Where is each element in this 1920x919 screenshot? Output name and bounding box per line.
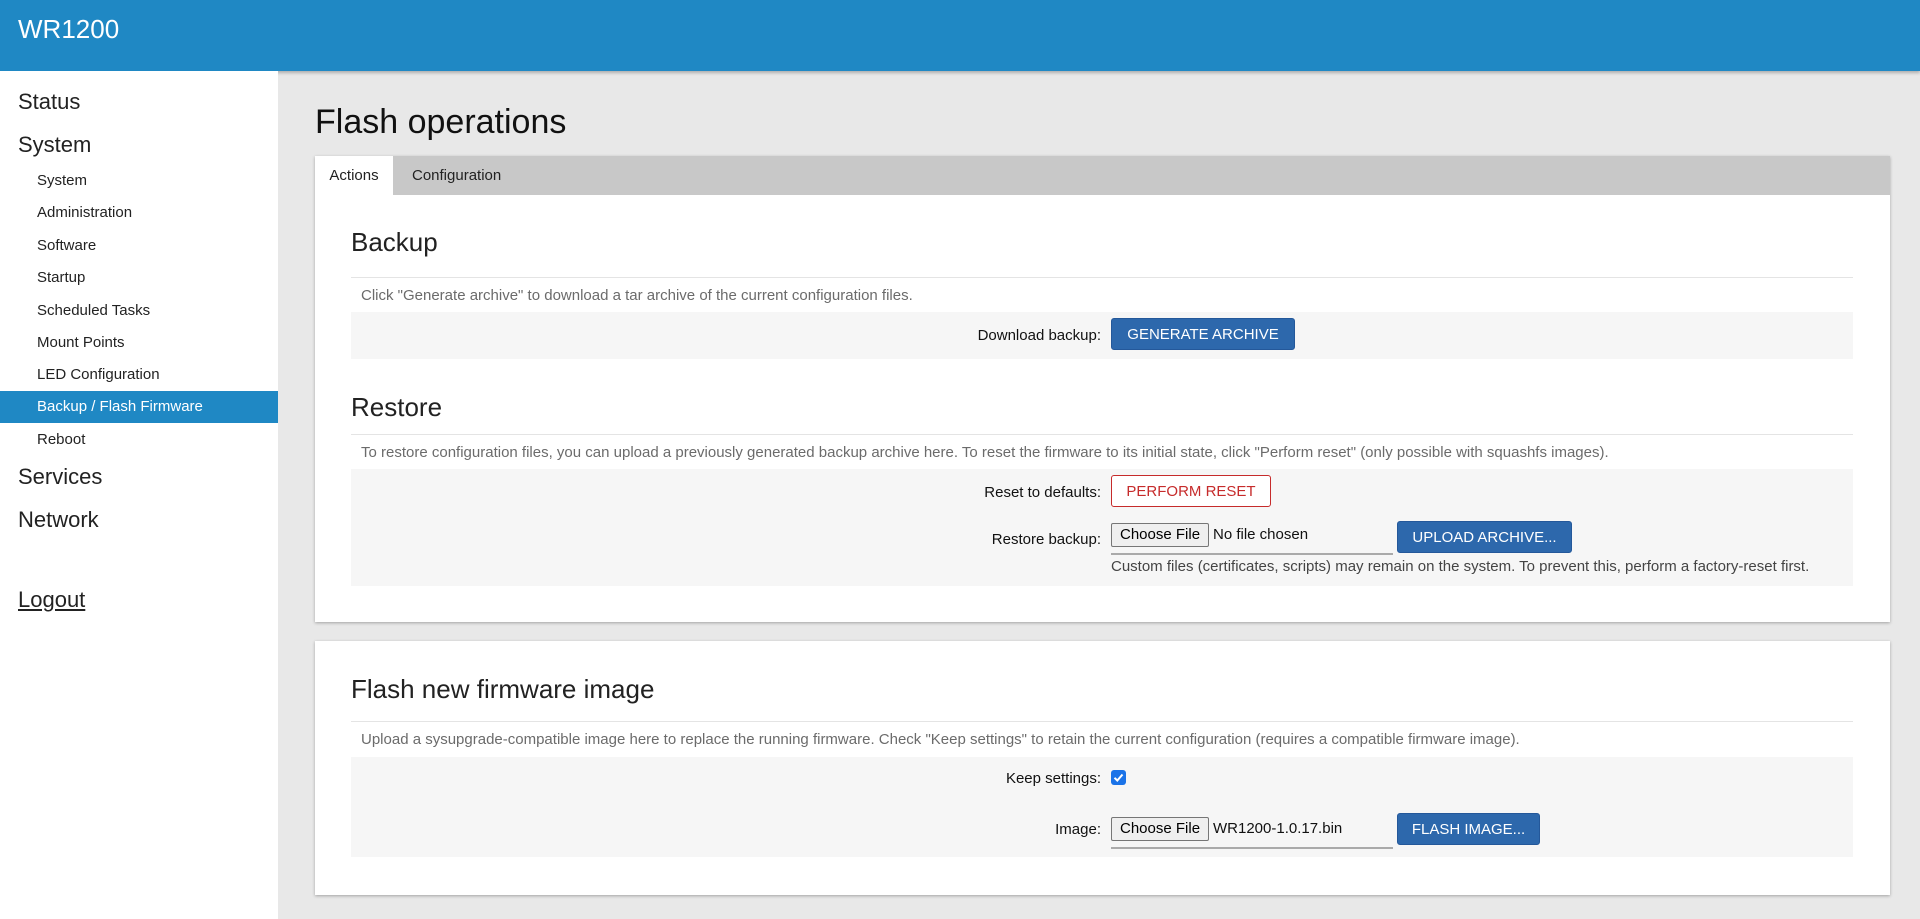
restore-note: Custom files (certificates, scripts) may…: [1111, 558, 1810, 575]
flash-image-button[interactable]: FLASH IMAGE...: [1397, 813, 1540, 845]
restore-backup-label: Restore backup:: [991, 531, 1101, 548]
page-title: Flash operations: [315, 103, 567, 141]
sidebar-item-software[interactable]: Software: [0, 230, 278, 262]
brand-title[interactable]: WR1200: [18, 14, 119, 45]
flash-panel: Flash new firmware image Upload a sysupg…: [315, 641, 1890, 895]
backup-title: Backup: [351, 227, 438, 257]
menu-status[interactable]: Status: [18, 89, 80, 115]
sidebar-item-scheduled-tasks[interactable]: Scheduled Tasks: [0, 295, 278, 327]
menu-services[interactable]: Services: [18, 464, 102, 490]
tab-configuration[interactable]: Configuration: [412, 156, 501, 195]
reset-defaults-label: Reset to defaults:: [984, 484, 1101, 501]
flash-divider: [351, 721, 1853, 722]
flash-title: Flash new firmware image: [351, 674, 655, 704]
backup-divider: [351, 277, 1853, 278]
sidebar-item-reboot[interactable]: Reboot: [0, 424, 278, 456]
sidebar-item-led-configuration[interactable]: LED Configuration: [0, 359, 278, 391]
image-choose-file-button[interactable]: Choose File: [1111, 817, 1210, 841]
keep-settings-checkbox[interactable]: [1111, 770, 1126, 785]
sidebar-item-backup-flash-firmware[interactable]: Backup / Flash Firmware: [0, 391, 278, 423]
perform-reset-button[interactable]: PERFORM RESET: [1111, 475, 1271, 507]
sidebar-item-startup[interactable]: Startup: [0, 262, 278, 294]
top-header: WR1200: [0, 0, 1920, 71]
keep-settings-label: Keep settings:: [1005, 770, 1101, 787]
upload-archive-button[interactable]: UPLOAD ARCHIVE...: [1397, 521, 1572, 553]
download-backup-label: Download backup:: [977, 327, 1101, 344]
checkmark-icon: [1113, 773, 1124, 782]
sidebar-item-mount-points[interactable]: Mount Points: [0, 327, 278, 359]
restore-file-name: No file chosen: [1213, 526, 1309, 543]
image-file-input[interactable]: Choose File WR1200-1.0.17.bin: [1111, 815, 1393, 849]
tab-bar: Actions Configuration: [315, 156, 1890, 195]
restore-description: To restore configuration files, you can …: [361, 444, 1609, 461]
menu-system[interactable]: System: [18, 132, 91, 158]
flash-row: Keep settings: Image: Choose File WR1200…: [351, 757, 1853, 857]
restore-title: Restore: [351, 392, 443, 422]
restore-file-input[interactable]: Choose File No file chosen: [1111, 521, 1393, 555]
image-label: Image:: [1055, 821, 1101, 838]
restore-divider: [351, 434, 1853, 435]
sidebar: Status System System Administration Soft…: [0, 71, 278, 919]
sidebar-item-administration[interactable]: Administration: [0, 197, 278, 229]
menu-network[interactable]: Network: [18, 507, 99, 533]
logout-link[interactable]: Logout: [18, 587, 85, 613]
tab-actions[interactable]: Actions: [315, 156, 393, 195]
backup-description: Click "Generate archive" to download a t…: [361, 287, 913, 304]
flash-description: Upload a sysupgrade-compatible image her…: [361, 731, 1520, 748]
sidebar-item-system[interactable]: System: [0, 165, 278, 197]
backup-row: Download backup: GENERATE ARCHIVE: [351, 312, 1853, 359]
restore-choose-file-button[interactable]: Choose File: [1111, 523, 1210, 547]
restore-row: Reset to defaults: PERFORM RESET Restore…: [351, 469, 1853, 586]
generate-archive-button[interactable]: GENERATE ARCHIVE: [1111, 318, 1295, 350]
image-file-name: WR1200-1.0.17.bin: [1213, 820, 1343, 837]
actions-panel: Actions Configuration Backup Click "Gene…: [315, 156, 1890, 622]
